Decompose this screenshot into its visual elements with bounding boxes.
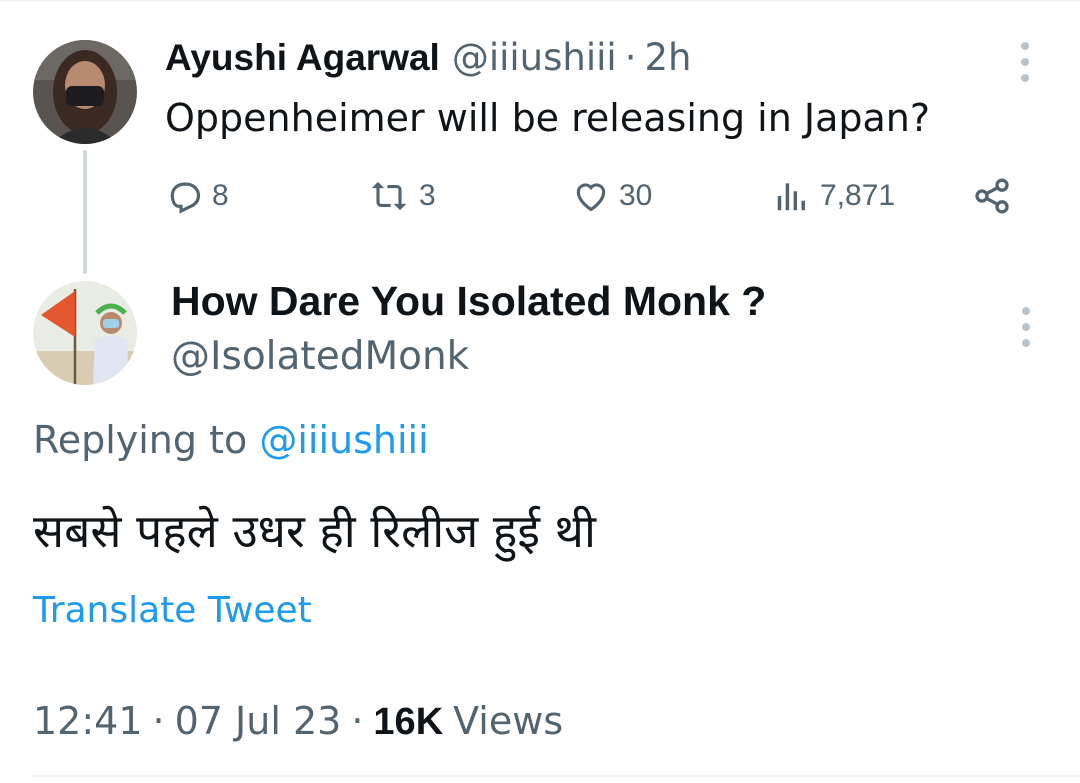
reply-button[interactable]: 8: [166, 174, 229, 218]
author-handle[interactable]: @IsolatedMonk: [171, 334, 469, 379]
retweet-button[interactable]: 3: [367, 174, 436, 218]
timestamp[interactable]: 2h: [644, 36, 691, 79]
like-icon: [576, 183, 606, 212]
like-button[interactable]: 30: [571, 174, 652, 218]
bottom-divider: [33, 775, 1080, 777]
replying-prefix: Replying to: [33, 418, 248, 462]
reply-count: 8: [212, 179, 229, 212]
tweet-text: सबसे पहले उधर ही रिलीज हुई थी: [33, 504, 596, 558]
more-icon[interactable]: [1015, 42, 1035, 82]
tweet-text: Oppenheimer will be releasing in Japan?: [165, 96, 931, 140]
author-name[interactable]: Ayushi Agarwal: [165, 37, 440, 79]
reply-icon: [170, 182, 201, 214]
avatar-isolatedmonk[interactable]: [33, 281, 137, 385]
views-count[interactable]: 16K: [373, 701, 443, 744]
share-button[interactable]: [972, 174, 1012, 218]
replying-to-link[interactable]: @iiiushiii: [259, 418, 428, 462]
tweet-date[interactable]: 07 Jul 23: [175, 699, 342, 743]
avatar-ayushi[interactable]: [33, 40, 137, 144]
retweet-icon: [371, 181, 407, 211]
replying-to: Replying to @iiiushiii: [33, 418, 429, 462]
tweet-time[interactable]: 12:41: [33, 699, 143, 743]
translate-tweet-link[interactable]: Translate Tweet: [33, 590, 312, 631]
more-icon[interactable]: [1016, 307, 1036, 347]
share-icon: [975, 178, 1009, 214]
views-button[interactable]: 7,871: [772, 174, 895, 218]
top-divider: [0, 0, 1080, 2]
views-icon: [777, 183, 805, 211]
author-name[interactable]: How Dare You Isolated Monk ?: [171, 278, 766, 325]
thread-connector: [83, 150, 87, 274]
author-handle[interactable]: @iiiushiii: [452, 36, 617, 79]
like-count: 30: [619, 179, 653, 212]
tweet1-header: Ayushi Agarwal @iiiushiii · 2h: [165, 36, 691, 82]
retweet-count: 3: [419, 179, 436, 212]
separator: ·: [351, 699, 364, 743]
tweet-meta: 12:41 · 07 Jul 23 · 16K Views: [33, 699, 563, 744]
separator: ·: [624, 36, 637, 79]
views-count: 7,871: [820, 179, 896, 212]
views-label: Views: [453, 699, 564, 743]
separator: ·: [152, 699, 165, 743]
